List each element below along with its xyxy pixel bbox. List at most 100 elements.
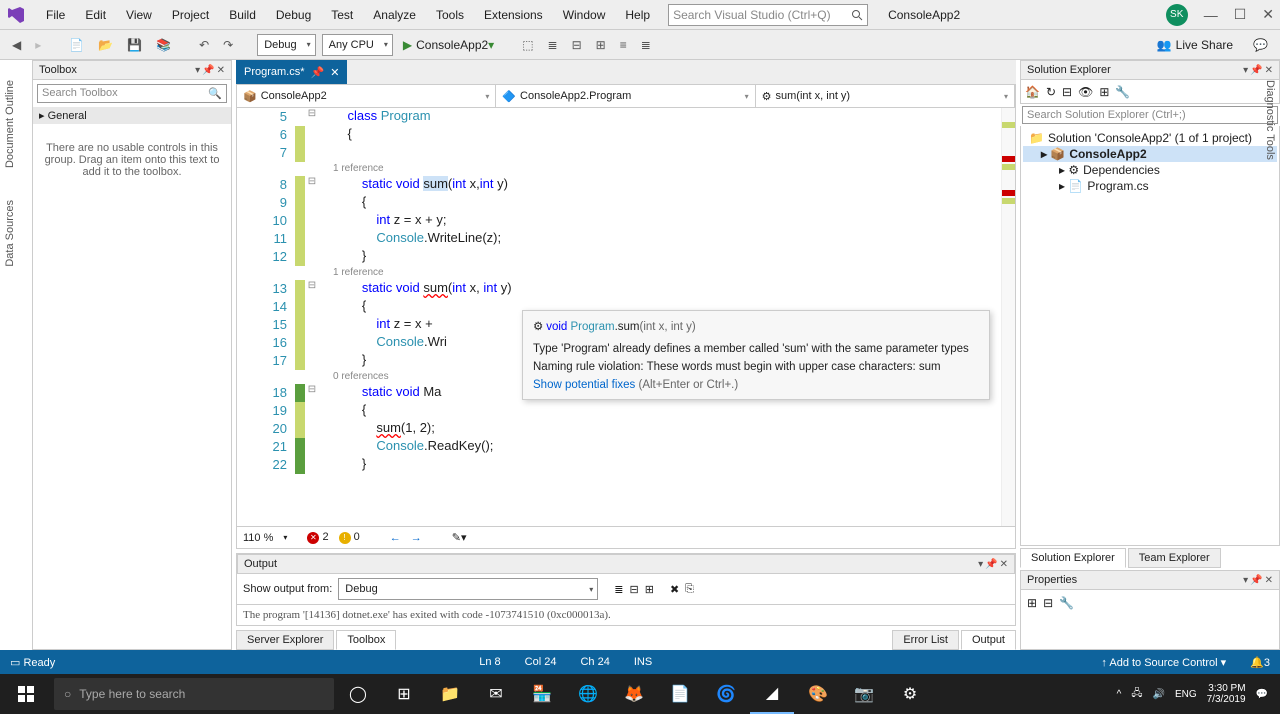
- se-refresh-icon[interactable]: ↻: [1046, 85, 1056, 99]
- user-badge[interactable]: SK: [1166, 4, 1188, 26]
- warning-icon[interactable]: !: [339, 532, 351, 544]
- open-icon[interactable]: 📂: [94, 36, 117, 54]
- feedback-icon[interactable]: 💬: [1249, 36, 1272, 54]
- pr-pin-icon[interactable]: 📌: [1250, 575, 1262, 586]
- close-panel-icon[interactable]: ✕: [217, 65, 225, 76]
- forward-icon[interactable]: ▸: [31, 36, 45, 54]
- app-icon-2[interactable]: ✉: [474, 674, 518, 714]
- close-tab-icon[interactable]: ✕: [330, 66, 339, 79]
- se-drop-icon[interactable]: ▾: [1243, 65, 1248, 76]
- menu-tools[interactable]: Tools: [426, 4, 474, 26]
- tab-server-explorer[interactable]: Server Explorer: [236, 630, 334, 650]
- nav-prev-icon[interactable]: ←: [390, 532, 401, 544]
- tree-file[interactable]: ▸ 📄 Program.cs: [1023, 178, 1277, 194]
- sidetab-doc-outline[interactable]: Document Outline: [4, 80, 16, 168]
- props-btn2[interactable]: ⊟: [1043, 596, 1053, 643]
- save-icon[interactable]: 💾: [123, 36, 146, 54]
- app-icon-7[interactable]: 🌀: [704, 674, 748, 714]
- menu-edit[interactable]: Edit: [75, 4, 116, 26]
- taskbar-search[interactable]: ○ Type here to search: [54, 678, 334, 710]
- tray-up-icon[interactable]: ^: [1117, 689, 1122, 700]
- app-icon-3[interactable]: 🏪: [520, 674, 564, 714]
- tab-output[interactable]: Output: [961, 630, 1016, 650]
- tray-lang[interactable]: ENG: [1175, 689, 1197, 700]
- se-btn6[interactable]: 🔧: [1115, 85, 1130, 99]
- platform-dropdown[interactable]: Any CPU: [322, 34, 393, 56]
- out-pin-icon[interactable]: 📌: [985, 559, 997, 570]
- se-btn5[interactable]: ⊞: [1099, 85, 1109, 99]
- sidetab-data-sources[interactable]: Data Sources: [4, 200, 16, 267]
- minimap[interactable]: [1001, 108, 1015, 526]
- tb-icon-1[interactable]: ⬚: [518, 36, 537, 54]
- nav-project[interactable]: 📦 ConsoleApp2: [237, 85, 496, 107]
- tab-error-list[interactable]: Error List: [892, 630, 959, 650]
- tray-vol-icon[interactable]: 🔊: [1152, 689, 1164, 700]
- close-button[interactable]: ✕: [1262, 6, 1274, 23]
- task-view-icon[interactable]: ⊞: [382, 674, 426, 714]
- tab-team-explorer[interactable]: Team Explorer: [1128, 548, 1221, 568]
- app-icon-10[interactable]: 📷: [842, 674, 886, 714]
- tray-net-icon[interactable]: 🖧: [1131, 686, 1142, 703]
- pr-drop-icon[interactable]: ▾: [1243, 575, 1248, 586]
- solution-tree[interactable]: 📁 Solution 'ConsoleApp2' (1 of 1 project…: [1020, 126, 1280, 546]
- tb-icon-3[interactable]: ⊟: [568, 36, 586, 54]
- menu-test[interactable]: Test: [321, 4, 363, 26]
- menu-build[interactable]: Build: [219, 4, 266, 26]
- output-source-dropdown[interactable]: Debug: [338, 578, 598, 600]
- app-icon-1[interactable]: 📁: [428, 674, 472, 714]
- menu-debug[interactable]: Debug: [266, 4, 321, 26]
- se-close-icon[interactable]: ✕: [1265, 65, 1273, 76]
- se-show-icon[interactable]: 👁: [1078, 85, 1093, 99]
- source-control-button[interactable]: ↑ Add to Source Control ▾: [1101, 656, 1226, 669]
- pin-icon[interactable]: ▾: [195, 65, 200, 76]
- pen-icon[interactable]: ✎▾: [452, 531, 467, 544]
- out-btn3[interactable]: ⊞: [645, 583, 654, 596]
- tree-project[interactable]: ▸ 📦 ConsoleApp2: [1023, 146, 1277, 162]
- tree-solution[interactable]: 📁 Solution 'ConsoleApp2' (1 of 1 project…: [1023, 130, 1277, 146]
- out-btn2[interactable]: ⊟: [630, 583, 639, 596]
- menu-analyze[interactable]: Analyze: [363, 4, 426, 26]
- run-button[interactable]: ▶ ConsoleApp2 ▾: [399, 36, 498, 54]
- file-tab[interactable]: Program.cs* 📌 ✕: [236, 60, 347, 84]
- app-icon-8[interactable]: ◢: [750, 674, 794, 714]
- props-btn1[interactable]: ⊞: [1027, 596, 1037, 643]
- se-home-icon[interactable]: 🏠: [1025, 85, 1040, 99]
- pr-close-icon[interactable]: ✕: [1265, 575, 1273, 586]
- notifications-icon[interactable]: 🔔3: [1250, 656, 1270, 669]
- nav-class[interactable]: 🔷 ConsoleApp2.Program: [496, 85, 755, 107]
- out-drop-icon[interactable]: ▾: [978, 559, 983, 570]
- tray-notif-icon[interactable]: 💬: [1256, 689, 1268, 700]
- tray-clock[interactable]: 3:30 PM7/3/2019: [1207, 683, 1246, 705]
- nav-next-icon[interactable]: →: [411, 532, 422, 544]
- app-icon-5[interactable]: 🦊: [612, 674, 656, 714]
- tab-toolbox[interactable]: Toolbox: [336, 630, 396, 650]
- toolbox-category[interactable]: ▸ General: [33, 107, 231, 124]
- tab-solution-explorer[interactable]: Solution Explorer: [1020, 548, 1126, 568]
- solution-search[interactable]: Search Solution Explorer (Ctrl+;): [1022, 106, 1278, 124]
- tb-icon-5[interactable]: ≡: [616, 36, 631, 54]
- toolbox-search[interactable]: Search Toolbox 🔍: [37, 84, 227, 103]
- app-icon-6[interactable]: 📄: [658, 674, 702, 714]
- config-dropdown[interactable]: Debug: [257, 34, 315, 56]
- live-share-button[interactable]: 👥 Live Share: [1157, 38, 1233, 52]
- out-btn4[interactable]: ✖: [670, 583, 679, 596]
- minimize-button[interactable]: —: [1204, 7, 1218, 23]
- props-btn3[interactable]: 🔧: [1059, 596, 1074, 643]
- pin2-icon[interactable]: 📌: [202, 65, 214, 76]
- code-editor[interactable]: 5678910111213141516171819202122 ⊟⊟⊟⊟ cla…: [236, 108, 1016, 527]
- app-icon-9[interactable]: 🎨: [796, 674, 840, 714]
- app-icon-11[interactable]: ⚙: [888, 674, 932, 714]
- sidetab-diagnostic[interactable]: Diagnostic Tools: [1264, 80, 1276, 160]
- new-project-icon[interactable]: 📄: [65, 36, 88, 54]
- app-icon-4[interactable]: 🌐: [566, 674, 610, 714]
- back-icon[interactable]: ◀: [8, 36, 25, 54]
- tb-icon-4[interactable]: ⊞: [592, 36, 610, 54]
- out-btn5[interactable]: ⎘: [685, 583, 694, 596]
- undo-icon[interactable]: ↶: [195, 36, 213, 54]
- pin-tab-icon[interactable]: 📌: [311, 66, 325, 79]
- tooltip-fix[interactable]: Show potential fixes (Alt+Enter or Ctrl+…: [533, 379, 979, 391]
- out-btn1[interactable]: ≣: [614, 583, 623, 596]
- menu-project[interactable]: Project: [162, 4, 219, 26]
- se-collapse-icon[interactable]: ⊟: [1062, 85, 1072, 99]
- menu-extensions[interactable]: Extensions: [474, 4, 553, 26]
